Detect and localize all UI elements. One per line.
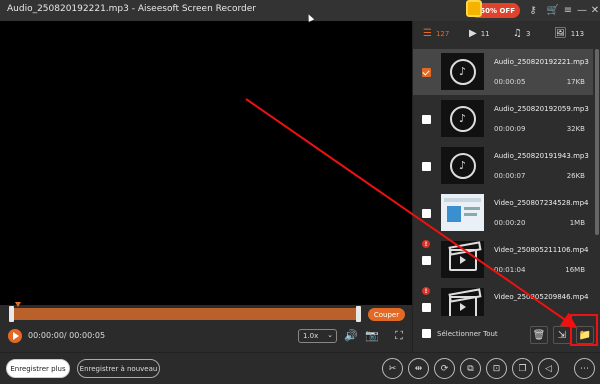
trim-start-handle[interactable] [9,306,14,322]
file-size: 26KB [566,172,585,180]
key-icon[interactable]: ⚷ [526,3,540,17]
cart-icon[interactable]: 🛒 [546,3,560,17]
audio-thumbnail: ♪ [441,147,484,184]
convert-icon[interactable]: ⟳ [434,358,455,379]
tab-video[interactable]: ▶ 11 [469,28,490,39]
promo-badge[interactable]: 50% OFF [466,0,520,18]
file-name: Audio_250820191943.mp3 [494,152,589,160]
list-icon: ☰ [423,28,432,39]
list-item[interactable]: ♪ Audio_250820192221.mp3 00:00:05 17KB [413,49,593,95]
item-checkbox[interactable] [422,162,431,171]
compress-icon[interactable]: ⧉ [460,358,481,379]
more-icon[interactable]: ⋯ [574,358,595,379]
file-size: 1MB [569,219,585,227]
item-checkbox[interactable] [422,68,431,77]
audio-thumbnail: ♪ [441,100,484,137]
file-name: Video_250805211106.mp4 [494,246,589,254]
file-duration: 00:01:04 [494,266,526,274]
bottom-toolbar: Enregistrer plus Enregistrer à nouveau ✂… [0,352,600,384]
split-icon[interactable]: ⇹ [408,358,429,379]
select-all-box [422,329,431,338]
window-title: Audio_250820192221.mp3 - Aiseesoft Scree… [7,4,256,14]
video-thumbnail [441,288,484,316]
list-item[interactable]: ! Video_250805211106.mp4 00:01:04 16MB [413,237,593,283]
minimize-icon[interactable]: — [575,3,589,17]
scissors-icon[interactable]: ✂ [382,358,403,379]
play-button[interactable] [8,329,22,343]
save-more-button[interactable]: Enregistrer plus [6,359,70,378]
file-duration: 00:00:07 [494,172,526,180]
title-bar: Audio_250820192221.mp3 - Aiseesoft Scree… [0,0,600,21]
file-duration: 00:00:05 [494,78,526,86]
timeline-track[interactable] [9,302,361,322]
promo-label: 50% OFF [480,6,515,15]
video-thumbnail [441,241,484,278]
list-item[interactable]: ♪ Audio_250820192059.mp3 00:00:09 32KB [413,96,593,142]
media-preview[interactable] [0,21,412,305]
tab-video-count: 11 [480,29,490,38]
close-icon[interactable]: ✕ [588,3,600,17]
item-checkbox[interactable] [422,256,431,265]
menu-icon[interactable]: ≡ [561,3,575,17]
video-icon: ▶ [469,28,477,39]
item-checkbox[interactable] [422,209,431,218]
image-icon: 🖼 [554,28,567,39]
music-disc-icon: ♪ [449,58,476,85]
cut-button[interactable]: Couper [368,308,405,321]
file-list: ♪ Audio_250820192221.mp3 00:00:05 17KB ♪… [413,48,593,316]
music-icon: ♫ [513,28,522,39]
speed-value: 1.0x [303,332,319,340]
music-disc-icon: ♪ [449,152,476,179]
file-duration: 00:00:20 [494,219,526,227]
warning-icon: ! [422,240,430,248]
time-display: 00:00:00/ 00:00:05 [28,331,106,340]
gift-icon [466,0,482,17]
file-duration: 00:00:09 [494,125,526,133]
list-item[interactable]: ! Video_250805209846.mp4 [413,284,593,316]
volume-icon[interactable]: 🔊 [344,328,358,343]
file-size: 32KB [566,125,585,133]
export-icon[interactable]: ⇲ [553,326,571,344]
recording-history-panel: ☰ 127 ▶ 11 ♫ 3 🖼 113 ♪ Audio_25082019222… [412,21,600,352]
file-name: Video_250805209846.mp4 [494,293,589,301]
list-item[interactable]: ♪ Audio_250820191943.mp3 00:00:07 26KB [413,143,593,189]
video-thumbnail [441,194,484,231]
item-checkbox[interactable] [422,303,431,312]
tab-audio[interactable]: ♫ 3 [513,28,530,39]
item-checkbox[interactable] [422,115,431,124]
tab-all[interactable]: ☰ 127 [423,28,449,39]
file-size: 17KB [566,78,585,86]
clapperboard-icon [448,295,477,316]
scrollbar[interactable] [595,49,599,235]
file-name: Video_250807234528.mp4 [494,199,589,207]
select-all-checkbox[interactable]: Sélectionner Tout [422,329,498,338]
audio-thumbnail: ♪ [441,53,484,90]
speed-select[interactable]: 1.0x ⌄ [298,329,337,343]
clapperboard-icon [448,248,477,271]
file-name: Audio_250820192059.mp3 [494,105,589,113]
tab-image-count: 113 [570,29,585,38]
camera-icon[interactable]: 📷 [364,328,380,343]
chevron-down-icon: ⌄ [327,331,333,339]
copy-icon[interactable]: ❐ [512,358,533,379]
trash-icon[interactable]: 🗑 [530,326,548,344]
file-name: Audio_250820192221.mp3 [494,58,589,66]
list-item[interactable]: Video_250807234528.mp4 00:00:20 1MB [413,190,593,236]
rerecord-button[interactable]: Enregistrer à nouveau [77,359,160,378]
playhead-marker[interactable] [15,302,21,307]
tab-all-count: 127 [435,29,450,38]
file-size: 16MB [565,266,585,274]
trim-end-handle[interactable] [356,306,361,322]
app-window: Audio_250820192221.mp3 - Aiseesoft Scree… [0,0,600,384]
merge-icon[interactable]: ⊡ [486,358,507,379]
media-type-tabs: ☰ 127 ▶ 11 ♫ 3 🖼 113 [413,21,600,48]
fullscreen-icon[interactable]: ⛶ [393,328,405,343]
warning-icon: ! [422,287,430,295]
tab-image[interactable]: 🖼 113 [554,28,584,39]
music-disc-icon: ♪ [449,105,476,132]
annotation-highlight-box [570,314,598,346]
select-all-label: Sélectionner Tout [437,329,498,338]
tab-audio-count: 3 [525,29,531,38]
play-icon [13,332,19,340]
